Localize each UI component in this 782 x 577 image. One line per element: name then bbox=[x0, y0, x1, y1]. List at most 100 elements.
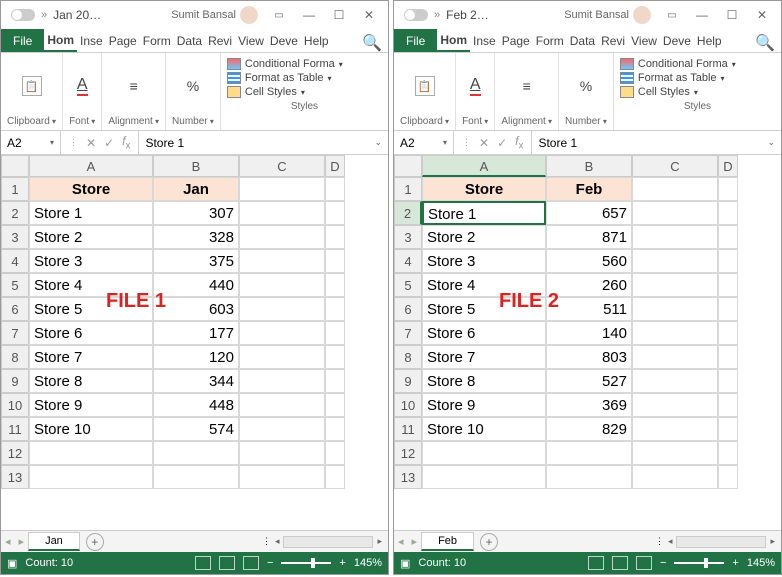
chevron-down-icon[interactable]: ▾ bbox=[50, 138, 54, 147]
cell-c6[interactable] bbox=[239, 297, 325, 321]
cell-b9[interactable]: 527 bbox=[546, 369, 632, 393]
alignment-label[interactable]: Alignment bbox=[501, 115, 552, 128]
zoom-in-button[interactable]: + bbox=[339, 557, 345, 569]
ribbon-tab-inse[interactable]: Inse bbox=[77, 29, 106, 52]
ribbon-tab-revi[interactable]: Revi bbox=[205, 29, 235, 52]
cell-c8[interactable] bbox=[239, 345, 325, 369]
cell-a11[interactable]: Store 10 bbox=[29, 417, 153, 441]
view-normal-icon[interactable] bbox=[588, 556, 604, 570]
cell-d9[interactable] bbox=[718, 369, 738, 393]
font-icon[interactable]: A bbox=[470, 76, 481, 96]
name-box[interactable]: A2▾ bbox=[1, 131, 61, 154]
enter-formula-icon[interactable]: ✓ bbox=[104, 136, 114, 150]
macro-record-icon[interactable]: ▣ bbox=[400, 557, 410, 570]
cell-d4[interactable] bbox=[325, 249, 345, 273]
cell-b5[interactable]: 260 bbox=[546, 273, 632, 297]
cell-a9[interactable]: Store 8 bbox=[29, 369, 153, 393]
row-header-2[interactable]: 2 bbox=[1, 201, 29, 225]
cell-a6[interactable]: Store 5 bbox=[29, 297, 153, 321]
scroll-right-icon[interactable]: ▸ bbox=[377, 536, 382, 547]
cell-a10[interactable]: Store 9 bbox=[29, 393, 153, 417]
row-header-11[interactable]: 11 bbox=[394, 417, 422, 441]
maximize-button[interactable]: ☐ bbox=[324, 5, 354, 25]
ribbon-tab-data[interactable]: Data bbox=[567, 29, 598, 52]
scrollbar-split-icon[interactable]: ⋮ bbox=[655, 536, 664, 547]
scrollbar-track[interactable] bbox=[676, 536, 766, 548]
scroll-left-icon[interactable]: ◂ bbox=[275, 536, 280, 547]
ribbon-tab-inse[interactable]: Inse bbox=[470, 29, 499, 52]
zoom-slider[interactable] bbox=[281, 562, 331, 564]
cell-b3[interactable]: 871 bbox=[546, 225, 632, 249]
sheet-nav-next-icon[interactable]: ▸ bbox=[408, 535, 422, 548]
cell-c10[interactable] bbox=[239, 393, 325, 417]
formula-input[interactable]: Store 1 bbox=[532, 136, 761, 150]
close-button[interactable]: ✕ bbox=[354, 5, 384, 25]
row-header-1[interactable]: 1 bbox=[394, 177, 422, 201]
row-header-3[interactable]: 3 bbox=[1, 225, 29, 249]
ribbon-tab-hom[interactable]: Hom bbox=[437, 29, 470, 52]
horizontal-scrollbar[interactable]: ⋮ ◂ ▸ bbox=[504, 536, 781, 548]
cell-a2[interactable]: Store 1 bbox=[422, 201, 546, 225]
number-icon[interactable]: % bbox=[187, 78, 199, 94]
alignment-icon[interactable]: ≡ bbox=[523, 78, 531, 94]
cell-c5[interactable] bbox=[632, 273, 718, 297]
paste-icon[interactable]: 📋 bbox=[22, 76, 42, 96]
ribbon-tab-help[interactable]: Help bbox=[301, 29, 332, 52]
view-page-break-icon[interactable] bbox=[636, 556, 652, 570]
col-header-c[interactable]: C bbox=[632, 155, 718, 177]
cell-d3[interactable] bbox=[325, 225, 345, 249]
cell-a5[interactable]: Store 4 bbox=[422, 273, 546, 297]
avatar-icon[interactable] bbox=[633, 6, 651, 24]
cell-b8[interactable]: 803 bbox=[546, 345, 632, 369]
cell-b2[interactable]: 657 bbox=[546, 201, 632, 225]
cell-a4[interactable]: Store 3 bbox=[29, 249, 153, 273]
cell-a4[interactable]: Store 3 bbox=[422, 249, 546, 273]
conditional-formatting-button[interactable]: Conditional Forma▾ bbox=[620, 57, 775, 71]
cell-a13[interactable] bbox=[422, 465, 546, 489]
number-icon[interactable]: % bbox=[580, 78, 592, 94]
sheet-nav-next-icon[interactable]: ▸ bbox=[15, 535, 29, 548]
ribbon-tab-deve[interactable]: Deve bbox=[660, 29, 694, 52]
alignment-icon[interactable]: ≡ bbox=[130, 78, 138, 94]
cell-b8[interactable]: 120 bbox=[153, 345, 239, 369]
row-header-4[interactable]: 4 bbox=[1, 249, 29, 273]
clipboard-label[interactable]: Clipboard bbox=[7, 115, 56, 128]
clipboard-label[interactable]: Clipboard bbox=[400, 115, 449, 128]
cell-c12[interactable] bbox=[239, 441, 325, 465]
format-as-table-button[interactable]: Format as Table▾ bbox=[620, 71, 775, 85]
cell-b10[interactable]: 448 bbox=[153, 393, 239, 417]
sheet-tab-active[interactable]: Jan bbox=[28, 532, 80, 551]
cell-d5[interactable] bbox=[718, 273, 738, 297]
cell-c13[interactable] bbox=[239, 465, 325, 489]
col-header-d[interactable]: D bbox=[718, 155, 738, 177]
cell-a8[interactable]: Store 7 bbox=[29, 345, 153, 369]
name-box[interactable]: A2▾ bbox=[394, 131, 454, 154]
close-button[interactable]: ✕ bbox=[747, 5, 777, 25]
cell-d3[interactable] bbox=[718, 225, 738, 249]
cell-b6[interactable]: 603 bbox=[153, 297, 239, 321]
sheet-tab-active[interactable]: Feb bbox=[421, 532, 474, 551]
cell-a5[interactable]: Store 4 bbox=[29, 273, 153, 297]
cell-b6[interactable]: 511 bbox=[546, 297, 632, 321]
ribbon-tab-revi[interactable]: Revi bbox=[598, 29, 628, 52]
cell-styles-button[interactable]: Cell Styles▾ bbox=[227, 85, 382, 99]
row-header-8[interactable]: 8 bbox=[1, 345, 29, 369]
autosave[interactable] bbox=[5, 9, 41, 21]
name-menu-icon[interactable]: ⋮ bbox=[462, 137, 471, 148]
cell-c10[interactable] bbox=[632, 393, 718, 417]
cell-a10[interactable]: Store 9 bbox=[422, 393, 546, 417]
cell-c4[interactable] bbox=[239, 249, 325, 273]
minimize-button[interactable]: — bbox=[294, 5, 324, 25]
cell-d13[interactable] bbox=[718, 465, 738, 489]
row-header-7[interactable]: 7 bbox=[394, 321, 422, 345]
cell-c7[interactable] bbox=[632, 321, 718, 345]
row-header-9[interactable]: 9 bbox=[1, 369, 29, 393]
sheet-nav-prev-icon[interactable]: ◂ bbox=[394, 535, 408, 548]
ribbon-tab-form[interactable]: Form bbox=[140, 29, 174, 52]
row-header-5[interactable]: 5 bbox=[394, 273, 422, 297]
ribbon-tab-data[interactable]: Data bbox=[174, 29, 205, 52]
cell-d4[interactable] bbox=[718, 249, 738, 273]
cell-b1[interactable]: Feb bbox=[546, 177, 632, 201]
cell-a12[interactable] bbox=[29, 441, 153, 465]
view-normal-icon[interactable] bbox=[195, 556, 211, 570]
